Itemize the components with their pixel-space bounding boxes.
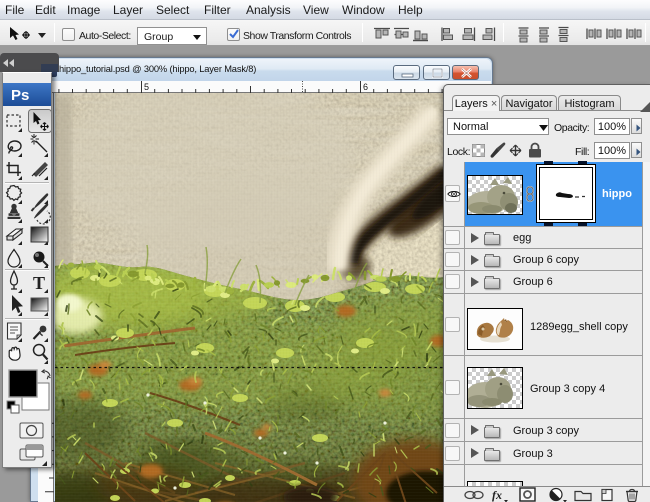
svg-text:5: 5	[144, 82, 149, 92]
svg-text:6: 6	[363, 82, 368, 92]
svg-text:T: T	[33, 273, 45, 293]
svg-text:fx: fx	[492, 488, 502, 502]
